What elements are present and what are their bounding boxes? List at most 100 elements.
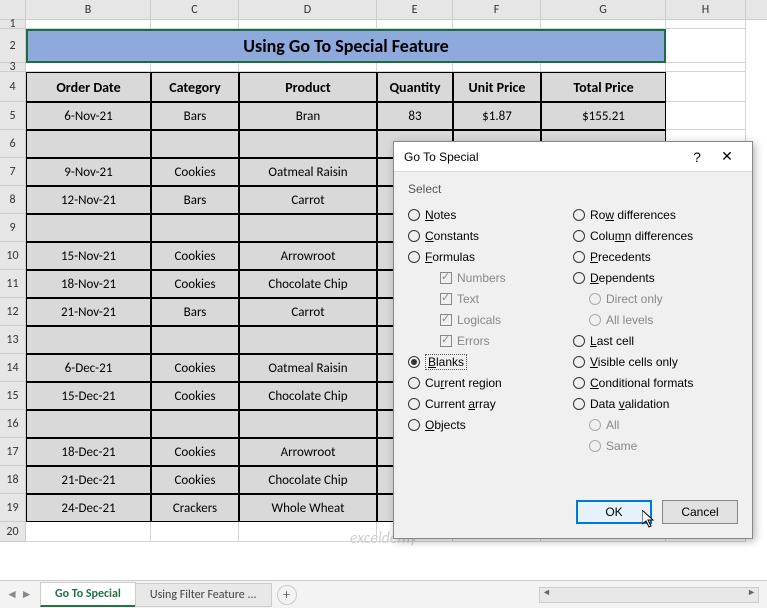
- cell[interactable]: [666, 20, 746, 29]
- cell[interactable]: [151, 522, 239, 542]
- cell[interactable]: [239, 20, 377, 29]
- option-column-differences[interactable]: Column differences: [573, 225, 738, 246]
- table-cell[interactable]: Whole Wheat: [239, 494, 377, 522]
- option-visible-cells-only[interactable]: Visible cells only: [573, 351, 738, 372]
- table-cell[interactable]: Bars: [151, 298, 239, 326]
- table-cell[interactable]: 21-Nov-21: [26, 298, 151, 326]
- cell[interactable]: [151, 63, 239, 72]
- table-cell[interactable]: Chocolate Chip: [239, 382, 377, 410]
- sheet-tab-other[interactable]: Using Filter Feature ...: [135, 583, 272, 607]
- table-cell[interactable]: [26, 410, 151, 438]
- row-header[interactable]: 13: [0, 326, 26, 354]
- cell[interactable]: [666, 102, 746, 130]
- row-header[interactable]: 7: [0, 158, 26, 186]
- col-header[interactable]: D: [239, 0, 377, 19]
- row-header[interactable]: 10: [0, 242, 26, 270]
- table-cell[interactable]: $1.87: [453, 102, 541, 130]
- col-header[interactable]: C: [151, 0, 239, 19]
- row-header[interactable]: 20: [0, 522, 26, 542]
- col-header[interactable]: F: [453, 0, 541, 19]
- table-cell[interactable]: Cookies: [151, 158, 239, 186]
- table-cell[interactable]: Cookies: [151, 382, 239, 410]
- option-notes[interactable]: Notes: [408, 204, 573, 225]
- ok-button[interactable]: OK: [576, 500, 652, 524]
- table-cell[interactable]: 9-Nov-21: [26, 158, 151, 186]
- cell[interactable]: [666, 29, 746, 63]
- table-cell[interactable]: 12-Nov-21: [26, 186, 151, 214]
- option-data-validation[interactable]: Data validation: [573, 393, 738, 414]
- table-cell[interactable]: Cookies: [151, 466, 239, 494]
- option-current-array[interactable]: Current array: [408, 393, 573, 414]
- table-cell[interactable]: [26, 214, 151, 242]
- option-row-differences[interactable]: Row differences: [573, 204, 738, 225]
- cell[interactable]: [26, 522, 151, 542]
- cell[interactable]: [453, 20, 541, 29]
- table-cell[interactable]: Arrowroot: [239, 438, 377, 466]
- row-header[interactable]: 9: [0, 214, 26, 242]
- tab-nav-arrows[interactable]: ◄ ►: [6, 587, 32, 602]
- row-header[interactable]: 17: [0, 438, 26, 466]
- cell[interactable]: [453, 63, 541, 72]
- row-header[interactable]: 8: [0, 186, 26, 214]
- table-cell[interactable]: 15-Dec-21: [26, 382, 151, 410]
- cell[interactable]: [377, 63, 453, 72]
- table-cell[interactable]: 6-Dec-21: [26, 354, 151, 382]
- table-cell[interactable]: Cookies: [151, 438, 239, 466]
- horizontal-scrollbar[interactable]: [539, 587, 759, 603]
- table-cell[interactable]: $155.21: [541, 102, 666, 130]
- col-header[interactable]: B: [26, 0, 151, 19]
- table-cell[interactable]: 18-Nov-21: [26, 270, 151, 298]
- option-blanks[interactable]: Blanks: [408, 351, 573, 372]
- table-cell[interactable]: 21-Dec-21: [26, 466, 151, 494]
- table-cell[interactable]: 83: [377, 102, 453, 130]
- table-cell[interactable]: 24-Dec-21: [26, 494, 151, 522]
- cell[interactable]: [377, 20, 453, 29]
- row-header[interactable]: 19: [0, 494, 26, 522]
- table-cell[interactable]: Oatmeal Raisin: [239, 354, 377, 382]
- add-sheet-button[interactable]: +: [277, 585, 297, 605]
- cell[interactable]: [26, 20, 151, 29]
- table-cell[interactable]: Cookies: [151, 354, 239, 382]
- cell[interactable]: [666, 72, 746, 102]
- option-conditional-formats[interactable]: Conditional formats: [573, 372, 738, 393]
- table-cell[interactable]: Bars: [151, 102, 239, 130]
- cell[interactable]: [541, 63, 666, 72]
- table-cell[interactable]: 15-Nov-21: [26, 242, 151, 270]
- row-header[interactable]: 15: [0, 382, 26, 410]
- row-header[interactable]: 6: [0, 130, 26, 158]
- row-header[interactable]: 16: [0, 410, 26, 438]
- table-cell[interactable]: [151, 130, 239, 158]
- cell[interactable]: [151, 20, 239, 29]
- table-cell[interactable]: Chocolate Chip: [239, 270, 377, 298]
- table-cell[interactable]: Bran: [239, 102, 377, 130]
- table-cell[interactable]: [151, 326, 239, 354]
- option-objects[interactable]: Objects: [408, 414, 573, 435]
- table-cell[interactable]: 18-Dec-21: [26, 438, 151, 466]
- close-icon[interactable]: ✕: [712, 148, 742, 165]
- row-header[interactable]: 3: [0, 63, 26, 72]
- table-cell[interactable]: [239, 326, 377, 354]
- cell[interactable]: [239, 63, 377, 72]
- table-cell[interactable]: Carrot: [239, 186, 377, 214]
- row-header[interactable]: 1: [0, 20, 26, 29]
- option-last-cell[interactable]: Last cell: [573, 330, 738, 351]
- dialog-titlebar[interactable]: Go To Special ? ✕: [394, 142, 752, 172]
- option-dependents[interactable]: Dependents: [573, 267, 738, 288]
- table-cell[interactable]: Arrowroot: [239, 242, 377, 270]
- option-precedents[interactable]: Precedents: [573, 246, 738, 267]
- cell[interactable]: [666, 63, 746, 72]
- table-cell[interactable]: Oatmeal Raisin: [239, 158, 377, 186]
- table-cell[interactable]: Cookies: [151, 242, 239, 270]
- row-header[interactable]: 5: [0, 102, 26, 130]
- row-header[interactable]: 11: [0, 270, 26, 298]
- col-header[interactable]: H: [666, 0, 746, 19]
- col-header[interactable]: E: [377, 0, 453, 19]
- option-formulas[interactable]: Formulas: [408, 246, 573, 267]
- sheet-tab-active[interactable]: Go To Special: [40, 582, 136, 607]
- help-icon[interactable]: ?: [682, 149, 712, 165]
- cell[interactable]: [239, 522, 377, 542]
- row-header[interactable]: 4: [0, 72, 26, 102]
- table-cell[interactable]: [239, 130, 377, 158]
- table-cell[interactable]: Chocolate Chip: [239, 466, 377, 494]
- table-cell[interactable]: [239, 410, 377, 438]
